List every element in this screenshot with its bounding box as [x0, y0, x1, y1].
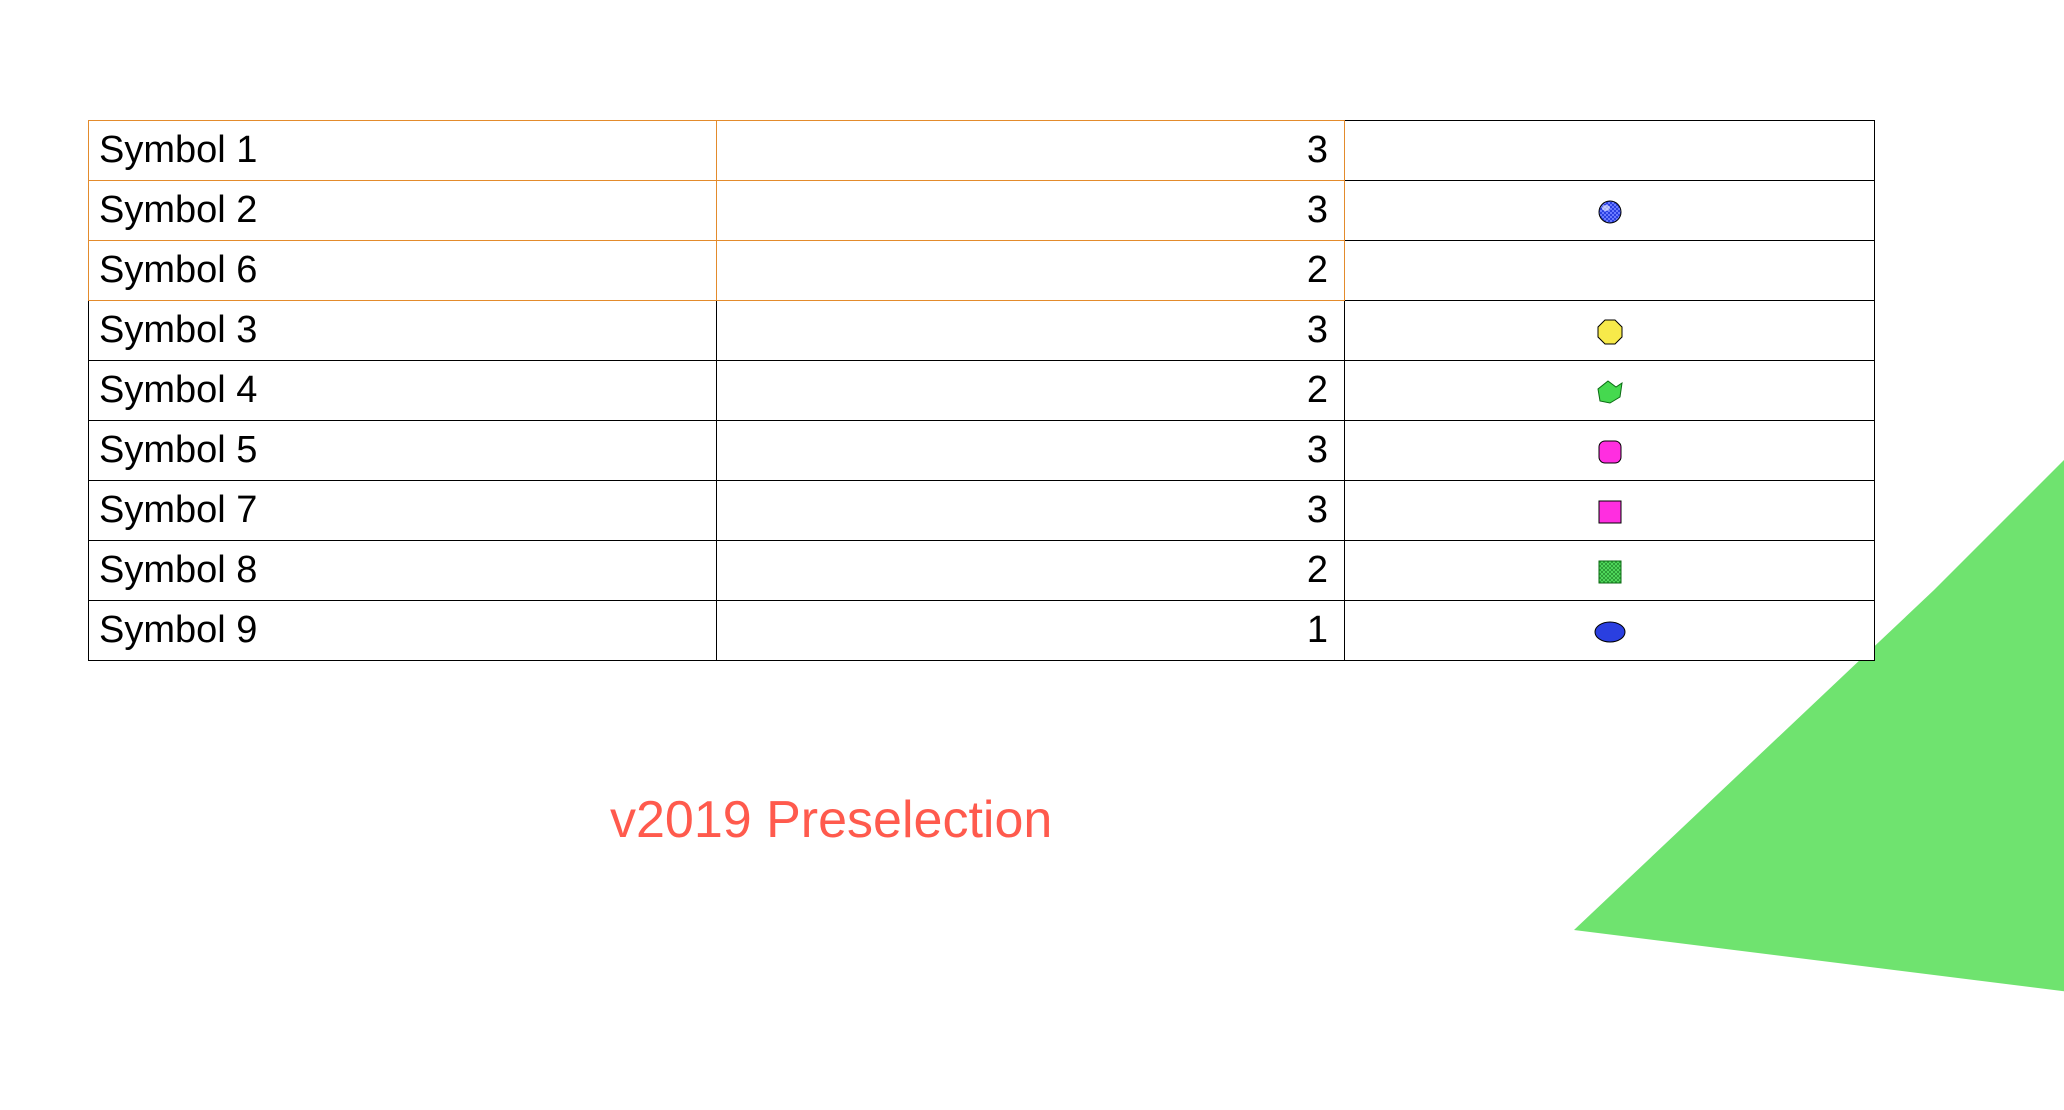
- caption-label: v2019 Preselection: [610, 790, 1052, 850]
- empty-icon: [1590, 252, 1630, 292]
- empty-icon: [1590, 132, 1630, 172]
- symbol-count-cell[interactable]: 3: [717, 481, 1345, 541]
- symbol-name-cell[interactable]: Symbol 2: [89, 181, 717, 241]
- symbol-name-cell[interactable]: Symbol 9: [89, 601, 717, 661]
- symbol-icon-cell[interactable]: [1345, 421, 1875, 481]
- symbol-name-cell[interactable]: Symbol 5: [89, 421, 717, 481]
- symbol-icon-cell[interactable]: [1345, 121, 1875, 181]
- symbol-icon-cell[interactable]: [1345, 541, 1875, 601]
- symbol-count-cell[interactable]: 2: [717, 541, 1345, 601]
- symbol-count-cell[interactable]: 3: [717, 421, 1345, 481]
- symbol-name-cell[interactable]: Symbol 8: [89, 541, 717, 601]
- table-row[interactable]: Symbol 91: [89, 601, 1875, 661]
- sphere-blue-icon: [1590, 192, 1630, 232]
- symbol-icon-cell[interactable]: [1345, 301, 1875, 361]
- square-magenta-icon: [1590, 492, 1630, 532]
- symbol-name-cell[interactable]: Symbol 7: [89, 481, 717, 541]
- symbol-count-cell[interactable]: 2: [717, 361, 1345, 421]
- symbol-count-cell[interactable]: 3: [717, 121, 1345, 181]
- symbol-table-container: Symbol 13Symbol 23 Symbol 62Symbol 33 Sy…: [88, 120, 1874, 661]
- table-row[interactable]: Symbol 33: [89, 301, 1875, 361]
- table-row[interactable]: Symbol 73: [89, 481, 1875, 541]
- table-row[interactable]: Symbol 82: [89, 541, 1875, 601]
- symbol-icon-cell[interactable]: [1345, 241, 1875, 301]
- rounded-magenta-icon: [1590, 432, 1630, 472]
- blob-green-icon: [1590, 372, 1630, 412]
- table-row[interactable]: Symbol 62: [89, 241, 1875, 301]
- symbol-name-cell[interactable]: Symbol 4: [89, 361, 717, 421]
- symbol-name-cell[interactable]: Symbol 3: [89, 301, 717, 361]
- table-row[interactable]: Symbol 13: [89, 121, 1875, 181]
- symbol-icon-cell[interactable]: [1345, 481, 1875, 541]
- ellipse-blue-icon: [1590, 612, 1630, 652]
- symbol-table: Symbol 13Symbol 23 Symbol 62Symbol 33 Sy…: [88, 120, 1875, 661]
- table-row[interactable]: Symbol 42: [89, 361, 1875, 421]
- symbol-name-cell[interactable]: Symbol 6: [89, 241, 717, 301]
- table-row[interactable]: Symbol 53: [89, 421, 1875, 481]
- symbol-name-cell[interactable]: Symbol 1: [89, 121, 717, 181]
- symbol-icon-cell[interactable]: [1345, 361, 1875, 421]
- symbol-count-cell[interactable]: 1: [717, 601, 1345, 661]
- symbol-count-cell[interactable]: 3: [717, 301, 1345, 361]
- symbol-icon-cell[interactable]: [1345, 181, 1875, 241]
- symbol-icon-cell[interactable]: [1345, 601, 1875, 661]
- symbol-count-cell[interactable]: 3: [717, 181, 1345, 241]
- symbol-count-cell[interactable]: 2: [717, 241, 1345, 301]
- square-green-pattern-icon: [1590, 552, 1630, 592]
- table-row[interactable]: Symbol 23: [89, 181, 1875, 241]
- octagon-yellow-icon: [1590, 312, 1630, 352]
